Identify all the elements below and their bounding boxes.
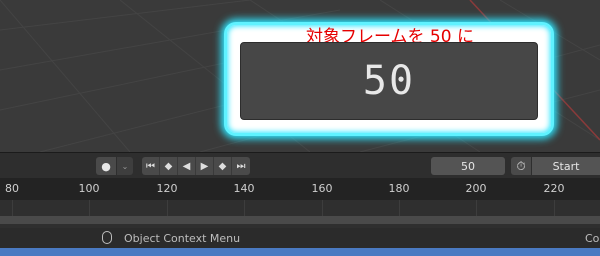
play-reverse-icon[interactable]: ◀ <box>178 157 196 175</box>
callout-frame-field: 50 <box>240 42 538 120</box>
record-dot-icon: ● <box>101 159 111 173</box>
playback-controls: ⏮ ◆ ◀ ▶ ◆ ⏭ <box>142 157 250 175</box>
current-frame-field[interactable]: 50 <box>431 157 505 175</box>
timeline-header: ● ⌄ ⏮ ◆ ◀ ▶ ◆ ⏭ 50 ⏱ Start <box>0 152 600 178</box>
ruler-tick: 180 <box>388 182 410 195</box>
ruler-tick: 120 <box>156 182 178 195</box>
play-icon[interactable]: ▶ <box>196 157 214 175</box>
timeline-track[interactable] <box>0 200 600 228</box>
record-options-button[interactable]: ⌄ <box>117 157 133 175</box>
context-menu-hint: Object Context Menu <box>124 232 241 245</box>
grid-line <box>399 200 400 216</box>
status-bar: Object Context Menu Col <box>0 228 600 248</box>
start-frame-field[interactable]: Start <box>532 157 600 175</box>
grid-line <box>476 200 477 216</box>
stopwatch-icon[interactable]: ⏱ <box>511 157 531 175</box>
ruler-tick: 100 <box>78 182 100 195</box>
frame-ruler[interactable]: 80 100 120 140 160 180 200 220 <box>0 178 600 200</box>
mouse-icon <box>102 231 112 244</box>
summary-band <box>0 216 600 224</box>
start-label: Start <box>552 159 580 173</box>
ruler-tick: 80 <box>5 182 19 195</box>
next-keyframe-icon[interactable]: ◆ <box>214 157 232 175</box>
grid-line <box>12 200 13 216</box>
callout-frame-value: 50 <box>362 58 416 104</box>
jump-start-icon[interactable]: ⏮ <box>142 157 160 175</box>
chevron-down-icon: ⌄ <box>121 161 129 171</box>
ruler-tick: 200 <box>465 182 487 195</box>
status-right-text: Col <box>585 232 600 245</box>
grid-line <box>554 200 555 216</box>
ruler-tick: 220 <box>543 182 565 195</box>
ruler-tick: 140 <box>233 182 255 195</box>
prev-keyframe-icon[interactable]: ◆ <box>160 157 178 175</box>
bottom-strip <box>0 248 600 256</box>
ruler-tick: 160 <box>311 182 333 195</box>
grid-line <box>322 200 323 216</box>
current-frame-value: 50 <box>461 159 475 173</box>
grid-line <box>167 200 168 216</box>
record-button[interactable]: ● <box>96 157 116 175</box>
grid-line <box>244 200 245 216</box>
jump-end-icon[interactable]: ⏭ <box>232 157 250 175</box>
grid-line <box>89 200 90 216</box>
